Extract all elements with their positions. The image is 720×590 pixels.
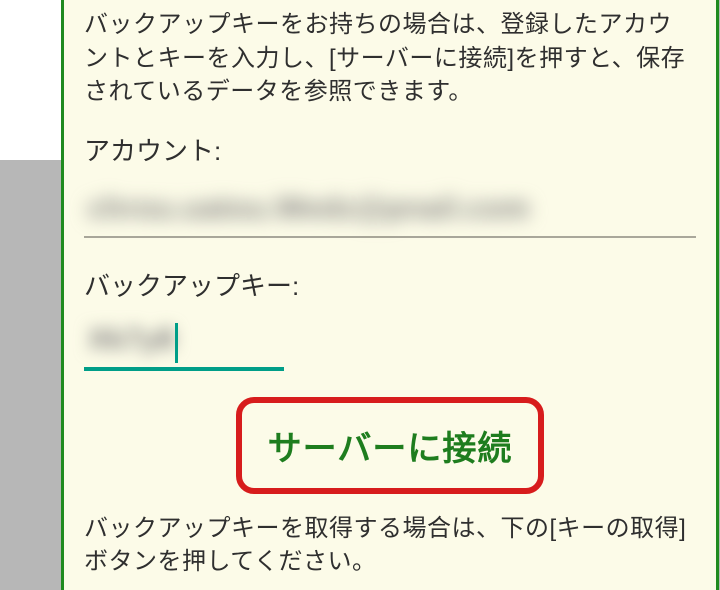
hint-text: バックアップキーを取得する場合は、下の[キーの取得]ボタンを押してください。 <box>84 512 696 579</box>
connect-server-button[interactable]: サーバーに接続 <box>236 397 545 494</box>
text-cursor <box>175 323 178 363</box>
field-underline <box>84 236 696 238</box>
intro-text: バックアップキーをお持ちの場合は、登録したアカウントとキーを入力し、[サーバーに… <box>84 8 696 109</box>
backup-key-value: Xk7y8 <box>84 323 177 357</box>
account-label: アカウント: <box>84 131 696 168</box>
account-value: chrou.uatou.Wedz@pnail.com <box>84 186 696 236</box>
active-field-underline <box>84 367 284 371</box>
account-field[interactable]: chrou.uatou.Wedz@pnail.com <box>84 186 696 238</box>
backup-key-label: バックアップキー: <box>84 266 696 303</box>
backup-key-field[interactable]: Xk7y8 <box>84 323 284 371</box>
account-restore-dialog: バックアップキーをお持ちの場合は、登録したアカウントとキーを入力し、[サーバーに… <box>61 0 719 590</box>
